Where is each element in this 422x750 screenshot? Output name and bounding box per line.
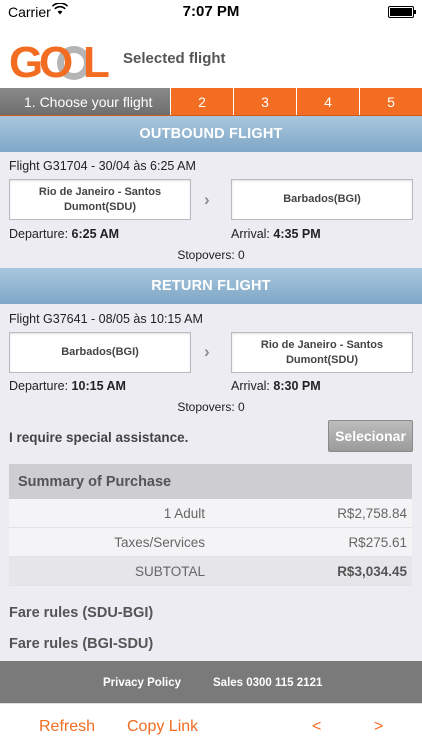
back-button[interactable]: < xyxy=(312,718,321,736)
outbound-destination-box: Barbados(BGI) xyxy=(231,179,413,220)
sales-phone[interactable]: Sales 0300 115 2121 xyxy=(213,677,322,689)
summary-row-value: R$2,758.84 xyxy=(337,506,407,521)
browser-toolbar: Refresh Copy Link < > xyxy=(0,703,422,750)
summary-row-value: R$3,034.45 xyxy=(337,564,407,579)
return-departure: Departure: 10:15 AM xyxy=(9,379,126,393)
clock: 7:07 PM xyxy=(182,3,240,20)
refresh-button[interactable]: Refresh xyxy=(39,718,95,736)
summary-row-label: SUBTOTAL xyxy=(134,564,205,579)
summary-row-value: R$275.61 xyxy=(348,535,407,550)
return-section-header: RETURN FLIGHT xyxy=(0,268,422,304)
table-row: SUBTOTAL R$3,034.45 xyxy=(9,557,412,586)
step-3[interactable]: 3 xyxy=(233,88,296,115)
page-title: Selected flight xyxy=(123,50,226,67)
return-flight-info: Flight G37641 - 08/05 às 10:15 AM xyxy=(9,312,203,326)
battery-icon xyxy=(388,6,416,18)
summary-row-label: Taxes/Services xyxy=(114,535,205,550)
step-4[interactable]: 4 xyxy=(296,88,359,115)
outbound-departure: Departure: 6:25 AM xyxy=(9,227,120,241)
step-progress: 1. Choose your flight 2 3 4 5 xyxy=(0,88,422,116)
return-destination-box: Rio de Janeiro - Santos Dumont(SDU) xyxy=(231,332,413,373)
privacy-policy-link[interactable]: Privacy Policy xyxy=(103,677,181,689)
outbound-stopovers: Stopovers: 0 xyxy=(177,248,245,262)
return-origin-box: Barbados(BGI) xyxy=(9,332,191,373)
summary-row-label: 1 Adult xyxy=(163,506,205,521)
special-assistance-label: I require special assistance. xyxy=(9,430,189,445)
step-1[interactable]: 1. Choose your flight xyxy=(0,88,170,115)
return-stopovers: Stopovers: 0 xyxy=(177,400,245,414)
outbound-flight-info: Flight G31704 - 30/04 às 6:25 AM xyxy=(9,159,196,173)
chevron-right-icon: › xyxy=(204,190,210,209)
outbound-section-header: OUTBOUND FLIGHT xyxy=(0,116,422,152)
chevron-right-icon: › xyxy=(204,342,210,361)
purchase-summary: Summary of Purchase 1 Adult R$2,758.84 T… xyxy=(9,464,412,586)
step-5[interactable]: 5 xyxy=(359,88,422,115)
copy-link-button[interactable]: Copy Link xyxy=(127,718,198,736)
outbound-origin-box: Rio de Janeiro - Santos Dumont(SDU) xyxy=(9,179,191,220)
fare-rules-link-bgi-sdu[interactable]: Fare rules (BGI-SDU) xyxy=(9,636,153,652)
outbound-arrival: Arrival: 4:35 PM xyxy=(231,227,321,241)
table-row: 1 Adult R$2,758.84 xyxy=(9,499,412,528)
forward-button[interactable]: > xyxy=(374,718,383,736)
table-row: Taxes/Services R$275.61 xyxy=(9,528,412,557)
step-2[interactable]: 2 xyxy=(170,88,233,115)
select-assistance-button[interactable]: Selecionar xyxy=(328,420,413,452)
status-bar: Carrier 7:07 PM xyxy=(0,0,422,24)
return-arrival: Arrival: 8:30 PM xyxy=(231,379,321,393)
gol-logo: G O L xyxy=(9,38,110,87)
fare-rules-link-sdu-bgi[interactable]: Fare rules (SDU-BGI) xyxy=(9,605,153,621)
footer: Privacy Policy Sales 0300 115 2121 xyxy=(0,661,422,703)
header: G O L Selected flight xyxy=(0,24,422,88)
summary-title: Summary of Purchase xyxy=(9,464,412,499)
